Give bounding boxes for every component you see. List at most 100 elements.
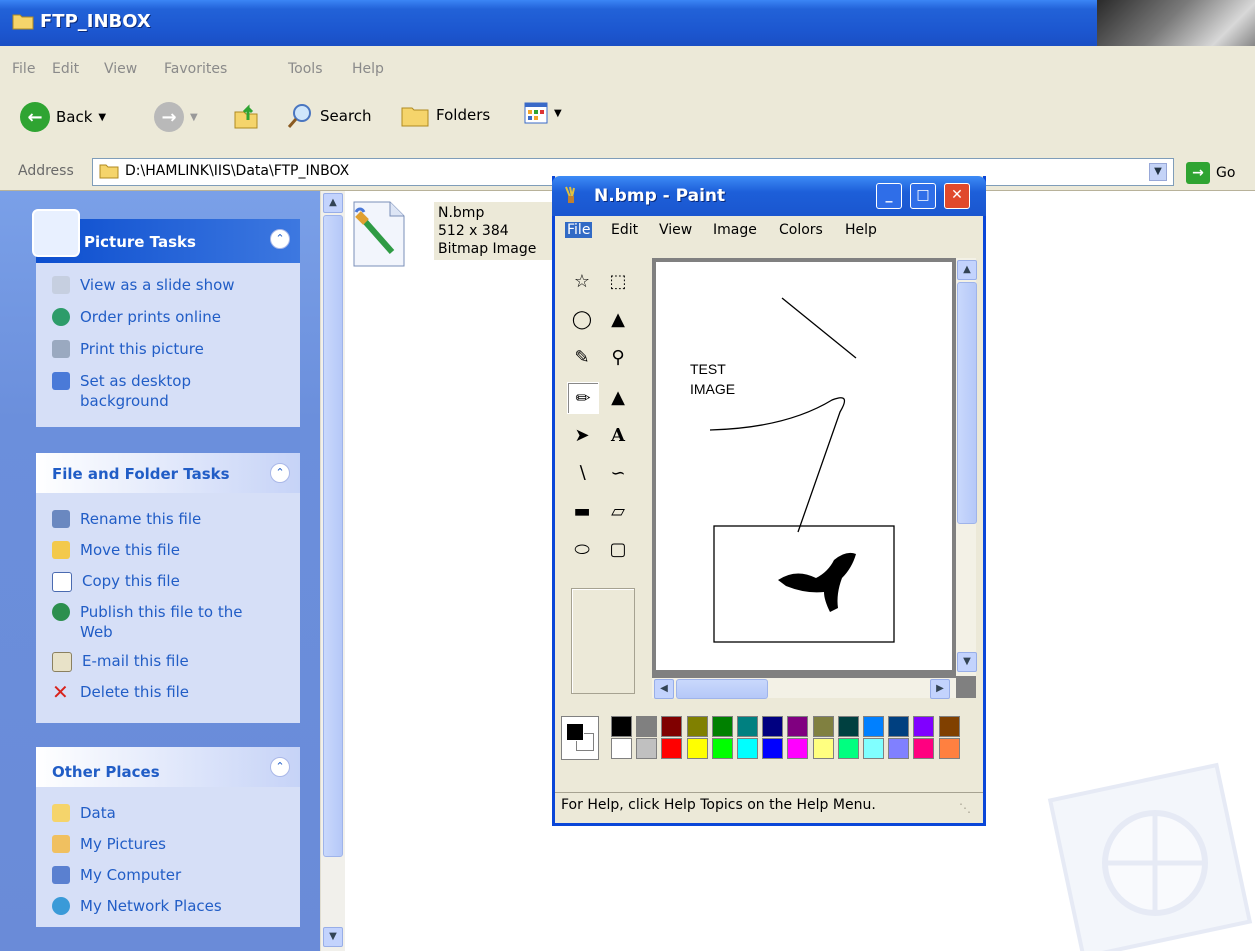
scroll-down-button[interactable]: ▼ [323,927,343,947]
scroll-left-button[interactable]: ◀ [654,679,674,699]
rectangle-tool-icon[interactable]: ▬ [567,496,597,526]
file-folder-tasks-header[interactable]: File and Folder Tasks ⌃ [36,453,300,493]
minimize-button[interactable]: _ [876,183,902,209]
collapse-chevron-icon[interactable]: ⌃ [270,463,290,483]
scroll-right-button[interactable]: ▶ [930,679,950,699]
color-swatch[interactable] [913,738,935,759]
menu-favorites[interactable]: Favorites [164,61,227,77]
task-pane-scrollbar[interactable]: ▲ ▼ [320,191,345,951]
color-swatch[interactable] [812,738,834,759]
search-button[interactable]: Search [286,102,372,130]
canvas-horizontal-scrollbar[interactable]: ◀ ▶ [652,678,956,699]
task-publish[interactable]: Publish this file to the Web [52,602,252,642]
color-swatch[interactable] [762,738,784,759]
color-swatch[interactable] [661,738,683,759]
task-move[interactable]: Move this file [52,540,180,560]
color-swatch[interactable] [837,738,859,759]
other-places-header[interactable]: Other Places ⌃ [36,747,300,787]
task-print-picture[interactable]: Print this picture [52,339,204,359]
menu-view[interactable]: View [104,61,137,77]
color-swatch[interactable] [611,716,632,737]
views-button[interactable]: ▼ [524,102,562,124]
back-button[interactable]: ← Back ▼ [20,102,106,132]
color-picker-icon[interactable]: ✎ [567,342,597,372]
menu-tools[interactable]: Tools [288,61,323,77]
scrollbar-thumb[interactable] [676,679,768,699]
canvas-vertical-scrollbar[interactable]: ▲ ▼ [956,258,977,676]
explorer-title-bar[interactable]: FTP_INBOX [0,0,1255,46]
paint-menu-help[interactable]: Help [845,222,877,238]
task-rename[interactable]: Rename this file [52,509,201,529]
color-swatch[interactable] [888,716,910,737]
paint-menu-colors[interactable]: Colors [779,222,823,238]
pencil-icon[interactable]: ✏ [567,382,599,414]
scrollbar-thumb[interactable] [957,282,977,524]
scroll-up-button[interactable]: ▲ [323,193,343,213]
color-swatch[interactable] [737,716,758,737]
folders-button[interactable]: Folders [400,102,490,128]
scrollbar-thumb[interactable] [323,215,343,857]
place-network[interactable]: My Network Places [52,896,222,916]
close-button[interactable]: ✕ [944,183,970,209]
scroll-up-button[interactable]: ▲ [957,260,977,280]
color-swatch[interactable] [938,738,960,759]
paint-menu-edit[interactable]: Edit [611,222,638,238]
brush-icon[interactable]: ▲ [603,382,633,412]
menu-file[interactable]: File [12,61,35,77]
paint-window[interactable]: N.bmp - Paint _ □ ✕ File Edit View Image… [552,176,986,826]
place-data[interactable]: Data [52,803,116,823]
collapse-chevron-icon[interactable]: ⌃ [270,229,290,249]
color-swatch[interactable] [711,716,733,737]
rounded-rect-tool-icon[interactable]: ▢ [603,534,633,564]
task-email[interactable]: E-mail this file [52,651,189,672]
paint-menu-view[interactable]: View [659,222,692,238]
color-swatch[interactable] [661,716,683,737]
line-tool-icon[interactable]: ∖ [567,458,597,488]
magnifier-icon[interactable]: ⚲ [603,342,633,372]
maximize-button[interactable]: □ [910,183,936,209]
color-swatch[interactable] [787,716,809,737]
address-dropdown-button[interactable]: ▼ [1149,163,1167,181]
free-select-icon[interactable]: ☆ [567,266,597,296]
color-swatch[interactable] [837,716,859,737]
go-button[interactable]: → Go [1186,162,1235,184]
color-swatch[interactable] [888,738,910,759]
paint-title-bar[interactable]: N.bmp - Paint _ □ ✕ [552,176,986,216]
color-swatch[interactable] [762,716,784,737]
resize-grip-icon[interactable]: ⋱ [959,801,971,815]
menu-edit[interactable]: Edit [52,61,79,77]
paint-menu-file[interactable]: File [565,222,593,238]
task-order-prints[interactable]: Order prints online [52,307,221,327]
current-colors-box[interactable] [561,716,599,760]
color-swatch[interactable] [737,738,758,759]
color-swatch[interactable] [686,716,708,737]
menu-help[interactable]: Help [352,61,384,77]
tool-options-box[interactable] [571,588,635,694]
color-swatch[interactable] [863,738,884,759]
color-swatch[interactable] [812,716,834,737]
polygon-tool-icon[interactable]: ▱ [603,496,633,526]
airbrush-icon[interactable]: ➤ [567,420,597,450]
ellipse-tool-icon[interactable]: ⬭ [567,534,597,564]
task-delete[interactable]: ✕ Delete this file [52,682,189,702]
color-swatch[interactable] [686,738,708,759]
fill-bucket-icon[interactable]: ▲ [603,304,633,334]
color-swatch[interactable] [938,716,960,737]
color-swatch[interactable] [913,716,935,737]
paint-menu-image[interactable]: Image [713,222,757,238]
up-folder-button[interactable] [232,102,260,130]
task-set-desktop[interactable]: Set as desktop background [52,371,212,411]
color-swatch[interactable] [611,738,632,759]
color-swatch[interactable] [863,716,884,737]
task-slide-show[interactable]: View as a slide show [52,275,235,295]
collapse-chevron-icon[interactable]: ⌃ [270,757,290,777]
place-my-computer[interactable]: My Computer [52,865,181,885]
picture-tasks-header[interactable]: Picture Tasks ⌃ [32,209,300,263]
scroll-down-button[interactable]: ▼ [957,652,977,672]
text-tool-icon[interactable]: A [603,420,633,450]
rect-select-icon[interactable]: ⬚ [603,266,633,296]
color-swatch[interactable] [636,738,658,759]
drawing-canvas[interactable]: TEST IMAGE [656,262,952,670]
curve-tool-icon[interactable]: ∽ [603,458,633,488]
color-swatch[interactable] [711,738,733,759]
